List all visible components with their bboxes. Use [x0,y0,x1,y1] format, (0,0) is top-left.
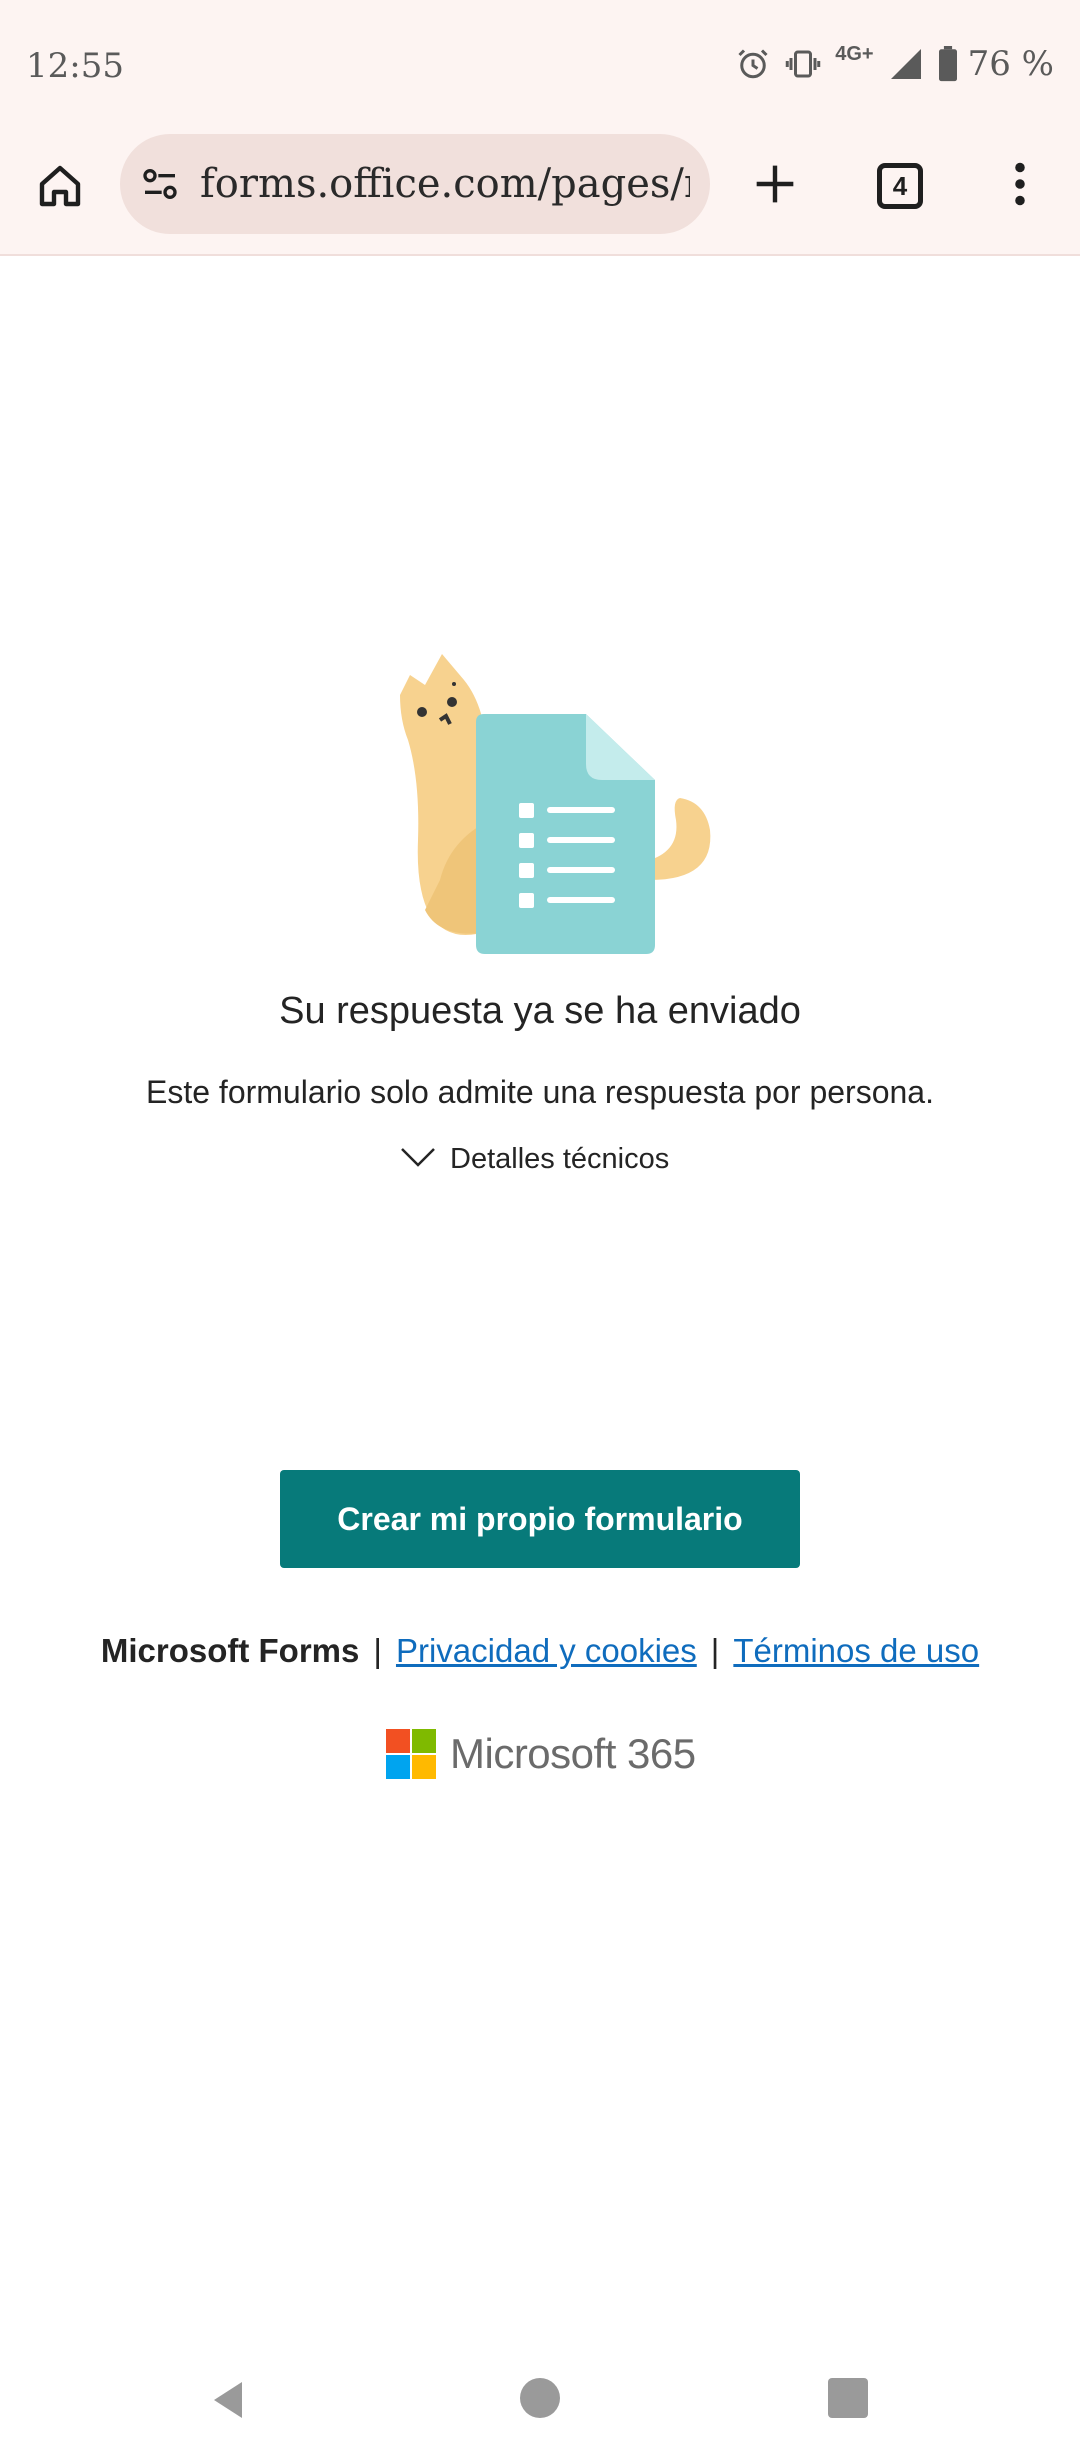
status-time: 12:55 [26,46,124,86]
battery-percent: 76 % [967,44,1054,84]
chevron-down-icon [400,1146,436,1173]
status-bar: 12:55 4G+ 76 % [0,0,1080,134]
footer-separator: | [710,1632,720,1669]
home-button[interactable] [30,158,90,218]
vibrate-icon [785,46,821,82]
browser-toolbar: forms.office.com/pages/re 4 [0,134,1080,256]
microsoft-logo-icon [386,1729,436,1779]
tech-details-toggle[interactable]: Detalles técnicos [400,1138,669,1180]
alarm-icon [735,46,771,82]
back-icon[interactable] [204,2376,252,2424]
microsoft-365-label: Microsoft 365 [450,1730,696,1777]
tab-switcher-button[interactable]: 4 [870,156,930,216]
home-nav-icon[interactable] [520,2378,560,2418]
home-icon [36,162,84,215]
more-vert-icon [1013,162,1027,211]
footer-brand: Microsoft Forms [100,1632,360,1669]
url-text[interactable]: forms.office.com/pages/re [200,161,690,207]
browser-menu-button[interactable] [990,156,1050,216]
tabs-icon: 4 [877,163,923,209]
microsoft-365-logo: Microsoft 365 [386,1728,696,1780]
privacy-link[interactable]: Privacidad y cookies [396,1632,697,1670]
create-form-button[interactable]: Crear mi propio formulario [280,1470,800,1568]
footer-links: Microsoft Forms | Privacidad y cookies |… [0,1632,1080,1670]
system-nav-bar [0,2340,1080,2460]
site-settings-icon[interactable] [140,164,180,204]
page-subtitle: Este formulario solo admite una respuest… [146,1074,934,1110]
cat-form-illustration [380,640,720,960]
recents-icon[interactable] [828,2378,868,2418]
network-type: 4G+ [835,42,874,65]
page-title: Su respuesta ya se ha enviado [279,990,801,1032]
status-icons: 4G+ 76 % [735,42,1054,84]
battery-icon [938,46,958,82]
signal-icon [888,46,924,82]
new-tab-button[interactable] [745,156,805,216]
tab-count: 4 [892,170,908,201]
tech-details-label: Detalles técnicos [450,1142,670,1175]
terms-link[interactable]: Términos de uso [733,1632,979,1670]
footer-separator: | [373,1632,382,1669]
address-bar[interactable]: forms.office.com/pages/re [120,134,710,234]
plus-icon [753,162,797,211]
